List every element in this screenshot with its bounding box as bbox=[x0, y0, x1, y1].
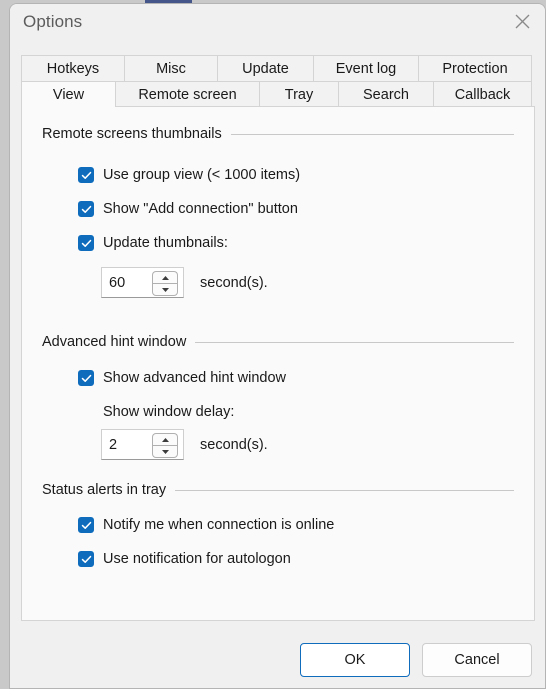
spinner-suffix: second(s). bbox=[200, 436, 268, 453]
group-rule bbox=[230, 133, 514, 135]
caret-up-icon[interactable] bbox=[152, 433, 178, 445]
group-header: Advanced hint window bbox=[22, 333, 536, 351]
tab-row-bottom: View Remote screen Tray Search Callback bbox=[21, 81, 535, 108]
tab-tray[interactable]: Tray bbox=[259, 81, 339, 107]
spinner-row-hint-delay: 2 second(s). bbox=[101, 429, 268, 460]
group-advanced-hint-window: Advanced hint window bbox=[22, 333, 536, 351]
group-rule bbox=[195, 341, 514, 343]
group-remote-screens-thumbnails: Remote screens thumbnails bbox=[22, 125, 536, 143]
spinner-hint-delay[interactable]: 2 bbox=[101, 429, 184, 460]
checkbox-label: Use group view (< 1000 items) bbox=[103, 167, 301, 183]
checkbox-box[interactable] bbox=[78, 235, 94, 251]
tab-protection[interactable]: Protection bbox=[418, 55, 532, 81]
checkbox-label: Notify me when connection is online bbox=[103, 517, 335, 533]
checkbox-label: Show "Add connection" button bbox=[103, 201, 298, 217]
caret-down-icon[interactable] bbox=[152, 283, 178, 296]
tab-callback[interactable]: Callback bbox=[433, 81, 532, 107]
checkbox-use-notification-autologon[interactable]: Use notification for autologon bbox=[78, 551, 291, 567]
checkbox-show-add-connection-button[interactable]: Show "Add connection" button bbox=[78, 201, 298, 217]
tab-strip: Hotkeys Misc Update Event log Protection Vie… bbox=[21, 55, 535, 108]
checkbox-label: Update thumbnails: bbox=[103, 235, 228, 251]
tab-update[interactable]: Update bbox=[217, 55, 314, 81]
options-dialog: Options Hotkeys Misc Update Event log Protec… bbox=[9, 3, 546, 689]
tab-misc[interactable]: Misc bbox=[124, 55, 218, 81]
group-rule bbox=[175, 489, 514, 491]
checkbox-box[interactable] bbox=[78, 370, 94, 386]
spinner-row-update-interval: 60 second(s). bbox=[101, 267, 268, 298]
checkbox-use-group-view[interactable]: Use group view (< 1000 items) bbox=[78, 167, 300, 183]
spinner-buttons bbox=[152, 271, 178, 296]
group-title: Advanced hint window bbox=[42, 334, 187, 350]
tab-remote-screen[interactable]: Remote screen bbox=[115, 81, 260, 107]
checkbox-label: Use notification for autologon bbox=[103, 551, 291, 567]
checkbox-box[interactable] bbox=[78, 517, 94, 533]
tab-search[interactable]: Search bbox=[338, 81, 434, 107]
checkbox-show-advanced-hint-window[interactable]: Show advanced hint window bbox=[78, 370, 286, 386]
group-header: Remote screens thumbnails bbox=[22, 125, 536, 143]
ok-button[interactable]: OK bbox=[300, 643, 410, 677]
spinner-update-interval[interactable]: 60 bbox=[101, 267, 184, 298]
checkbox-box[interactable] bbox=[78, 551, 94, 567]
group-title: Status alerts in tray bbox=[42, 482, 167, 498]
group-header: Status alerts in tray bbox=[22, 481, 536, 499]
close-icon[interactable] bbox=[499, 4, 545, 38]
tab-row-top: Hotkeys Misc Update Event log Protection bbox=[21, 55, 535, 81]
group-status-alerts-in-tray: Status alerts in tray bbox=[22, 481, 536, 499]
dialog-footer: OK Cancel bbox=[10, 632, 545, 688]
checkbox-box[interactable] bbox=[78, 167, 94, 183]
checkbox-update-thumbnails[interactable]: Update thumbnails: bbox=[78, 235, 228, 251]
cancel-button[interactable]: Cancel bbox=[422, 643, 532, 677]
caret-down-icon[interactable] bbox=[152, 445, 178, 458]
tab-view[interactable]: View bbox=[21, 81, 116, 108]
checkbox-box[interactable] bbox=[78, 201, 94, 217]
tab-event-log[interactable]: Event log bbox=[313, 55, 419, 81]
window-title: Options bbox=[23, 12, 83, 31]
spinner-suffix: second(s). bbox=[200, 274, 268, 291]
title-bar: Options bbox=[10, 4, 545, 44]
tab-hotkeys[interactable]: Hotkeys bbox=[21, 55, 125, 81]
caret-up-icon[interactable] bbox=[152, 271, 178, 283]
group-title: Remote screens thumbnails bbox=[42, 126, 222, 142]
spinner-buttons bbox=[152, 433, 178, 458]
tab-page-view: Remote screens thumbnails Use group view… bbox=[21, 106, 535, 621]
checkbox-notify-connection-online[interactable]: Notify me when connection is online bbox=[78, 517, 334, 533]
checkbox-label: Show advanced hint window bbox=[103, 370, 286, 386]
label-show-window-delay: Show window delay: bbox=[103, 404, 235, 420]
